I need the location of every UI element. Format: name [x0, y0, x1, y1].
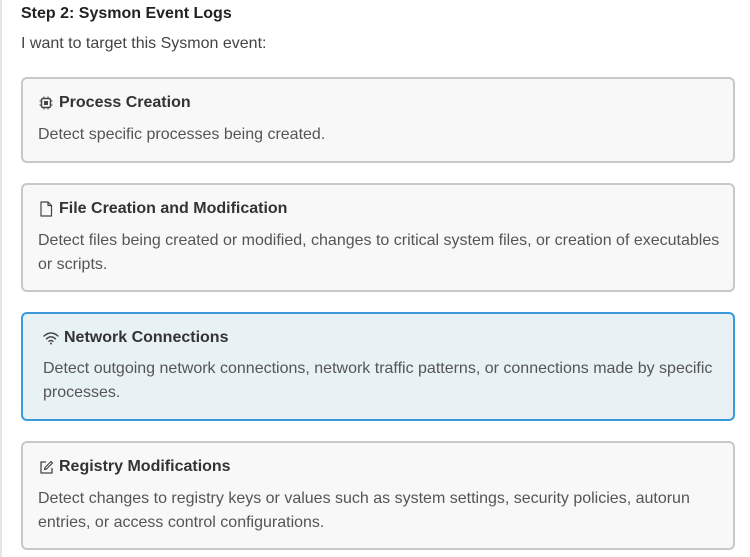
option-title: Network Connections [64, 329, 229, 346]
option-title: Process Creation [59, 94, 191, 111]
left-divider [0, 0, 2, 557]
option-header: Registry Modifications [38, 458, 231, 476]
step-prompt: I want to target this Sysmon event: [21, 35, 267, 52]
option-card-process-creation[interactable]: Process Creation Detect specific process… [21, 77, 735, 163]
step-title: Step 2: Sysmon Event Logs [21, 5, 232, 22]
file-icon [38, 201, 54, 217]
cpu-icon [38, 95, 54, 111]
option-description: Detect changes to registry keys or value… [38, 490, 690, 531]
edit-icon [38, 459, 54, 475]
option-header: Network Connections [43, 329, 228, 347]
option-description: Detect specific processes being created. [38, 126, 326, 143]
option-title: File Creation and Modification [59, 200, 288, 217]
option-card-registry-modifications[interactable]: Registry Modifications Detect changes to… [21, 441, 735, 550]
option-header: Process Creation [38, 94, 191, 112]
option-description: Detect outgoing network connections, net… [43, 360, 713, 401]
option-card-network-connections[interactable]: Network Connections Detect outgoing netw… [21, 312, 735, 421]
wifi-icon [43, 330, 59, 346]
option-description: Detect files being created or modified, … [38, 232, 720, 273]
option-card-file-creation[interactable]: File Creation and Modification Detect fi… [21, 183, 735, 292]
option-title: Registry Modifications [59, 458, 231, 475]
option-header: File Creation and Modification [38, 200, 287, 218]
